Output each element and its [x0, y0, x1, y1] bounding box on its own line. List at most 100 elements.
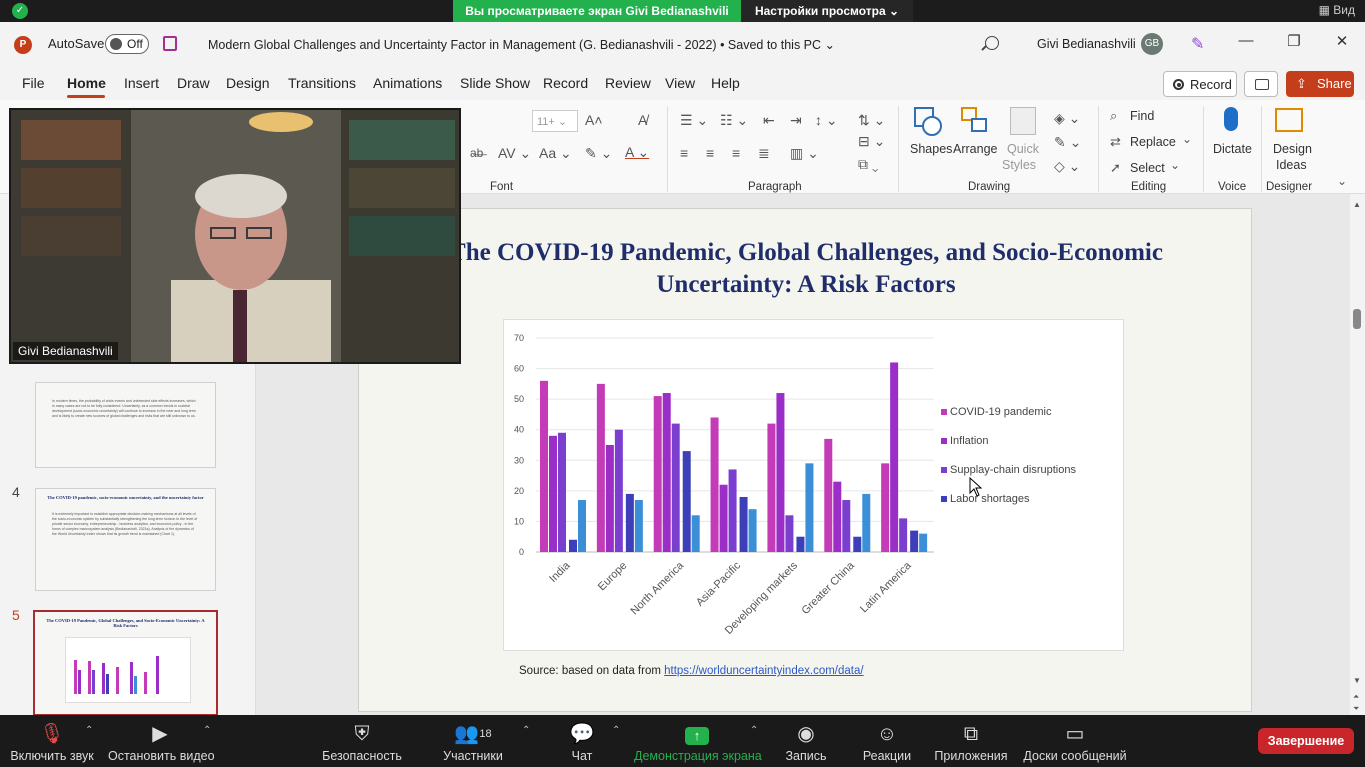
tab-view[interactable]: View [665, 75, 695, 91]
quick-styles-button[interactable]: Quick Styles [1002, 104, 1047, 174]
scroll-up-icon[interactable]: ▲ [1353, 200, 1361, 209]
security-button[interactable]: ⛨ Безопасность [322, 715, 402, 767]
font-color-icon[interactable]: A ⌄ [625, 144, 649, 161]
source-link[interactable]: https://worlduncertaintyindex.com/data/ [664, 665, 863, 677]
slide-title[interactable]: The COVID-19 Pandemic, Global Challenges… [359, 237, 1253, 301]
share-button[interactable]: ⇪ Share [1286, 71, 1354, 97]
minimize-icon[interactable]: — [1234, 32, 1258, 49]
line-spacing-icon[interactable]: ↕ ⌄ [815, 112, 838, 129]
stop-video-button[interactable]: ▶ Остановить видео [108, 715, 215, 767]
video-options-icon[interactable]: ⌃ [203, 725, 211, 736]
highlight-icon[interactable]: ✎ ⌄ [585, 145, 612, 162]
chart-bar [569, 539, 577, 552]
ribbon-collapse-icon[interactable]: ⌄ [1337, 174, 1347, 188]
slide-number: 5 [12, 607, 20, 623]
share-options-icon[interactable]: ⌃ [750, 725, 758, 736]
tab-help[interactable]: Help [711, 75, 740, 91]
find-button[interactable]: ⌕ Find [1110, 108, 1180, 128]
record-button[interactable]: Record [1163, 71, 1237, 97]
comments-button[interactable] [1244, 71, 1278, 97]
participants-button[interactable]: 👥18 Участники [440, 715, 506, 767]
chart-bar [796, 536, 805, 552]
audio-options-icon[interactable]: ⌃ [85, 725, 93, 736]
shield-icon[interactable]: ✓ [12, 3, 28, 19]
share-screen-button[interactable]: ↑ Демонстрация экрана [634, 715, 762, 767]
close-icon[interactable]: ✕ [1330, 32, 1354, 50]
autosave-toggle[interactable]: Off [105, 34, 149, 54]
select-button[interactable]: ➚ Select ⌄ [1110, 158, 1180, 180]
slide-thumbnail-selected[interactable]: The COVID-19 Pandemic, Global Challenges… [33, 610, 218, 716]
shape-fill-icon[interactable]: ◈ ⌄ [1054, 110, 1080, 127]
slide-thumbnail[interactable]: In modern times, the probability of cris… [35, 382, 216, 468]
align-text-icon[interactable]: ⊟ ⌄ [858, 133, 885, 150]
view-settings-menu[interactable]: Настройки просмотра ⌄ [741, 0, 913, 22]
reactions-button[interactable]: ☺ Реакции [858, 715, 916, 767]
strikethrough-icon[interactable]: a̶b̶ [470, 146, 483, 160]
search-icon[interactable] [985, 36, 999, 50]
end-meeting-button[interactable]: Завершение [1258, 728, 1354, 754]
record-meeting-button[interactable]: ◉ Запись [780, 715, 832, 767]
shapes-button[interactable]: Shapes [908, 104, 952, 174]
shape-outline-icon[interactable]: ✎ ⌄ [1054, 134, 1081, 151]
apps-button[interactable]: ⧉ Приложения [932, 715, 1010, 767]
slide[interactable]: The COVID-19 Pandemic, Global Challenges… [358, 208, 1252, 712]
document-title[interactable]: Modern Global Challenges and Uncertainty… [208, 37, 835, 52]
char-spacing-icon[interactable]: AV ⌄ [498, 145, 531, 162]
clear-format-icon[interactable]: A̸ [638, 112, 647, 128]
tab-transitions[interactable]: Transitions [288, 75, 356, 91]
chat-options-icon[interactable]: ⌃ [612, 725, 620, 736]
tab-design[interactable]: Design [226, 75, 270, 91]
participant-video[interactable]: Givi Bedianashvili [9, 108, 461, 364]
tab-draw[interactable]: Draw [177, 75, 210, 91]
tab-home[interactable]: Home [67, 75, 106, 91]
arrange-button[interactable]: Arrange [953, 104, 998, 174]
increase-font-icon[interactable]: A˄ [585, 112, 603, 128]
align-center-icon[interactable]: ≡ [706, 145, 714, 161]
justify-icon[interactable]: ≣ [758, 145, 770, 162]
bar-chart[interactable]: 0 10 20 30 40 50 60 70 India Europe North America A… [503, 319, 1124, 651]
participants-options-icon[interactable]: ⌃ [522, 725, 530, 736]
smartart-icon[interactable]: ⧉ ⌄ [858, 156, 879, 173]
avatar[interactable]: GB [1141, 33, 1163, 55]
text-direction-icon[interactable]: ⇅ ⌄ [858, 112, 885, 129]
vertical-scrollbar[interactable]: ▲ ▼ ⏶ ⏷ [1350, 194, 1365, 715]
chat-button[interactable]: 💬 Чат [560, 715, 604, 767]
pen-icon[interactable]: ✎ [1191, 34, 1204, 54]
font-size-select[interactable]: 11+ ⌄ [532, 110, 578, 132]
dictate-button[interactable]: Dictate [1210, 104, 1254, 174]
increase-indent-icon[interactable]: ⇥ [790, 112, 802, 129]
align-right-icon[interactable]: ≡ [732, 145, 740, 161]
tab-animations[interactable]: Animations [373, 75, 442, 91]
unmute-button[interactable]: 🎙 Включить звук [8, 715, 96, 767]
tab-file[interactable]: File [22, 75, 45, 91]
tab-review[interactable]: Review [605, 75, 651, 91]
chart-bar [614, 429, 623, 552]
tab-insert[interactable]: Insert [124, 75, 159, 91]
view-button[interactable]: ▦ Вид [1319, 3, 1355, 17]
slide-thumbnail[interactable]: The COVID-19 pandemic, socio-economic un… [35, 488, 216, 591]
whiteboards-label: Доски сообщений [1023, 749, 1127, 763]
tab-record[interactable]: Record [543, 75, 588, 91]
columns-icon[interactable]: ▥ ⌄ [790, 145, 819, 162]
replace-button[interactable]: ⇄ Replace ⌄ [1110, 132, 1195, 154]
change-case-icon[interactable]: Aa ⌄ [539, 145, 572, 162]
user-name[interactable]: Givi Bedianashvili [1037, 37, 1136, 51]
scrollbar-thumb[interactable] [1353, 309, 1361, 329]
group-drawing-label: Drawing [968, 181, 1011, 193]
save-icon[interactable] [163, 36, 177, 51]
whiteboards-button[interactable]: ▭ Доски сообщений [1020, 715, 1130, 767]
autosave-state: Off [127, 37, 143, 51]
design-ideas-button[interactable]: Design Ideas [1266, 104, 1314, 174]
decrease-indent-icon[interactable]: ⇤ [763, 112, 775, 129]
tab-slide-show[interactable]: Slide Show [460, 75, 530, 91]
numbering-icon[interactable]: ☷ ⌄ [720, 112, 748, 129]
thumbnail-bar [144, 672, 147, 694]
restore-icon[interactable]: ❐ [1282, 32, 1306, 50]
shape-effects-icon[interactable]: ◇ ⌄ [1054, 158, 1080, 175]
bullets-icon[interactable]: ☰ ⌄ [680, 112, 708, 129]
next-slide-icon[interactable]: ⏷ [1353, 704, 1359, 714]
scroll-down-icon[interactable]: ▼ [1353, 676, 1361, 685]
align-left-icon[interactable]: ≡ [680, 145, 688, 161]
y-tick-label: 50 [514, 394, 524, 404]
prev-slide-icon[interactable]: ⏶ [1353, 692, 1359, 702]
